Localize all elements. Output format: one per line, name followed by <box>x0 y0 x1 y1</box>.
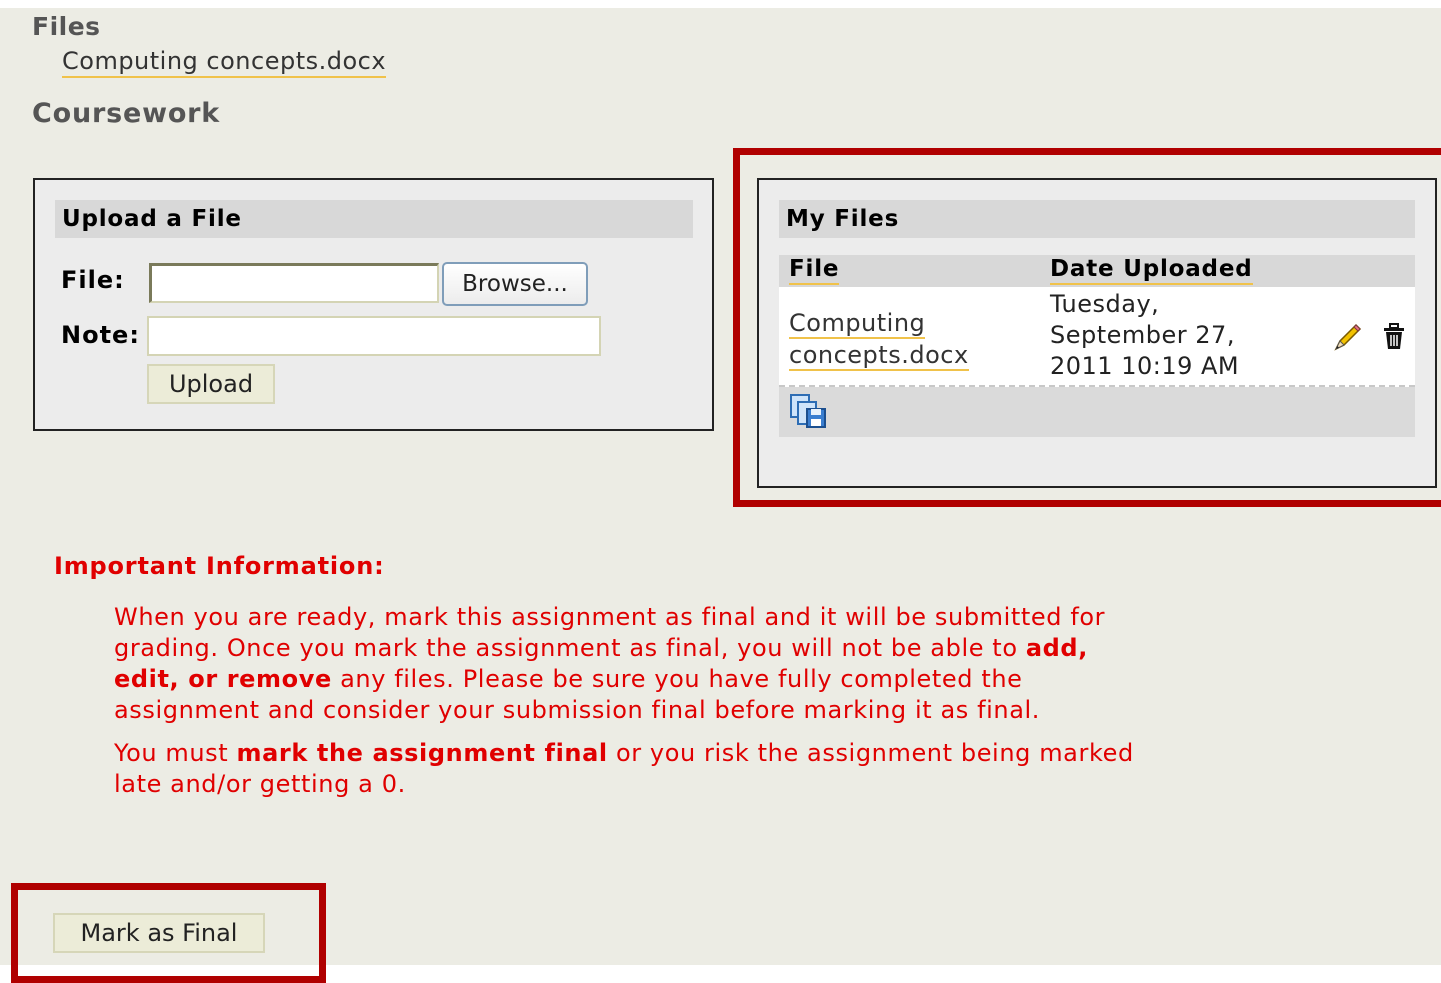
mark-as-final-button[interactable]: Mark as Final <box>53 913 265 953</box>
table-row: Computing concepts.docx Tuesday, Septemb… <box>779 287 1415 387</box>
attached-file-link[interactable]: Computing concepts.docx <box>62 46 387 78</box>
note-label: Note: <box>61 321 140 349</box>
my-files-panel: My Files File Date Uploaded Computing co… <box>757 178 1437 488</box>
important-info-paragraph-2: You must mark the assignment final or yo… <box>114 739 1134 798</box>
column-date-uploaded: Date Uploaded <box>1050 255 1253 285</box>
copy-save-icon[interactable] <box>789 393 829 431</box>
upload-panel-title: Upload a File <box>55 200 693 238</box>
files-heading: Files <box>32 12 101 41</box>
assignment-page: Files Computing concepts.docx Coursework… <box>0 8 1441 983</box>
browse-button[interactable]: Browse... <box>442 262 588 306</box>
file-path-input[interactable] <box>149 263 439 303</box>
uploaded-file-link[interactable]: Computing concepts.docx <box>789 307 969 371</box>
date-uploaded: Tuesday, September 27, 2011 10:19 AM <box>1050 290 1240 380</box>
my-files-title: My Files <box>779 200 1415 238</box>
important-info-paragraph-1: When you are ready, mark this assignment… <box>114 603 1106 724</box>
upload-panel: Upload a File File: Browse... Note: Uplo… <box>33 178 714 431</box>
coursework-heading: Coursework <box>32 98 221 129</box>
column-file: File <box>789 255 840 285</box>
files-table-footer <box>779 387 1415 437</box>
file-label: File: <box>61 266 125 294</box>
files-table-header: File Date Uploaded <box>779 255 1415 287</box>
trash-icon[interactable] <box>1382 323 1406 351</box>
important-info-title: Important Information: <box>54 552 385 580</box>
pencil-icon[interactable] <box>1332 321 1364 353</box>
note-input[interactable] <box>147 316 601 356</box>
upload-button[interactable]: Upload <box>147 364 275 404</box>
